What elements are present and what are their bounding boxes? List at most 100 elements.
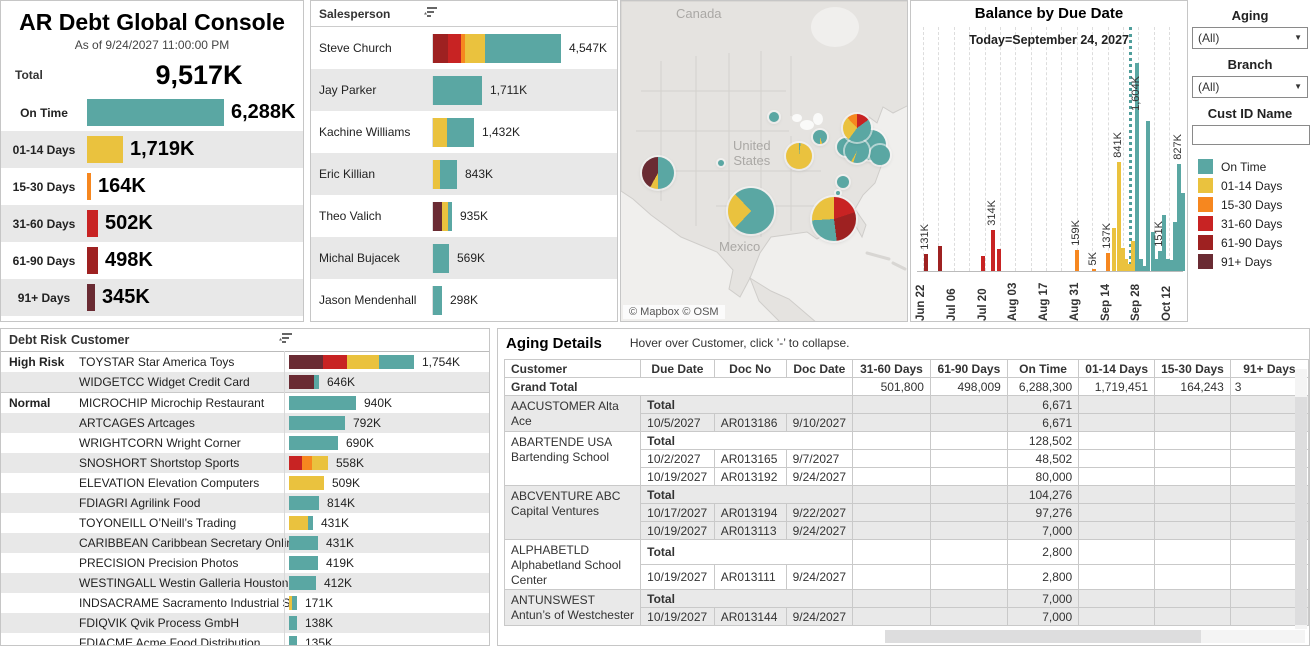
bar-segment[interactable] (308, 516, 313, 530)
map-pie-mark[interactable] (786, 143, 812, 169)
kpi-bar[interactable] (87, 173, 91, 200)
custid-filter-input[interactable] (1192, 125, 1310, 145)
value-cell[interactable] (930, 565, 1007, 590)
balance-bar[interactable] (981, 256, 985, 271)
legend-item[interactable]: 01-14 Days (1190, 176, 1310, 195)
value-cell[interactable] (930, 504, 1007, 522)
value-cell[interactable] (930, 522, 1007, 540)
salesperson-bar[interactable] (432, 34, 561, 63)
bar-segment[interactable] (292, 596, 297, 610)
value-cell[interactable] (1079, 396, 1155, 414)
salesperson-bar[interactable] (432, 118, 474, 147)
value-cell[interactable] (1155, 565, 1231, 590)
customer-cell[interactable]: ABCVENTURE ABC Capital Ventures (505, 486, 641, 540)
value-cell[interactable] (930, 486, 1007, 504)
value-cell[interactable] (853, 414, 931, 432)
balance-bar[interactable] (1106, 253, 1110, 271)
debt-risk-row[interactable]: INDSACRAME Sacramento Industrial S..171K (1, 593, 489, 613)
value-cell[interactable] (930, 590, 1007, 608)
value-cell[interactable] (930, 414, 1007, 432)
debt-bar[interactable] (289, 375, 319, 389)
sort-descending-icon[interactable] (279, 331, 293, 349)
bar-segment[interactable] (302, 456, 312, 470)
bar-segment[interactable] (289, 456, 302, 470)
salesperson-bar[interactable] (432, 202, 452, 231)
kpi-bar[interactable] (87, 247, 98, 274)
bar-segment[interactable] (485, 34, 561, 63)
value-cell[interactable] (853, 565, 931, 590)
value-cell[interactable]: 7,000 (1007, 590, 1078, 608)
value-cell[interactable] (1079, 522, 1155, 540)
value-cell[interactable]: 7,000 (1007, 522, 1078, 540)
map-pie-mark[interactable] (718, 160, 724, 166)
column-header[interactable]: On Time (1007, 360, 1078, 378)
value-cell[interactable]: 7,000 (1007, 608, 1078, 626)
column-header[interactable]: 15-30 Days (1155, 360, 1231, 378)
value-cell[interactable]: 48,502 (1007, 450, 1078, 468)
value-cell[interactable] (853, 522, 931, 540)
value-cell[interactable] (853, 396, 931, 414)
debt-bar[interactable] (289, 596, 297, 610)
debt-risk-row[interactable]: WIDGETCC Widget Credit Card646K (1, 372, 489, 392)
customer-cell[interactable]: ABARTENDE USA Bartending School (505, 432, 641, 486)
bar-segment[interactable] (289, 576, 316, 590)
customer-cell[interactable]: AACUSTOMER Alta Ace (505, 396, 641, 432)
column-header[interactable]: Due Date (641, 360, 715, 378)
value-cell[interactable] (1155, 540, 1231, 565)
map-pie-mark[interactable] (837, 176, 849, 188)
bar-segment[interactable] (433, 286, 442, 315)
debt-bar[interactable] (289, 516, 313, 530)
balance-bar[interactable] (1092, 269, 1096, 271)
map-pie-mark[interactable] (870, 145, 890, 165)
column-header[interactable]: Doc No (714, 360, 786, 378)
customer-cell[interactable]: ALPHABETLD Alphabetland School Center (505, 540, 641, 590)
value-cell[interactable] (1079, 590, 1155, 608)
debt-bar[interactable] (289, 496, 319, 510)
value-cell[interactable] (1079, 432, 1155, 450)
bar-segment[interactable] (289, 616, 297, 630)
bar-segment[interactable] (433, 76, 482, 105)
value-cell[interactable] (1079, 540, 1155, 565)
value-cell[interactable]: 97,276 (1007, 504, 1078, 522)
map-pie-mark[interactable] (813, 130, 827, 144)
table-row[interactable]: ABCVENTURE ABC Capital VenturesTotal104,… (505, 486, 1309, 504)
bar-segment[interactable] (289, 416, 345, 430)
bar-segment[interactable] (433, 118, 447, 147)
debt-risk-row[interactable]: NormalMICROCHIP Microchip Restaurant940K (1, 392, 489, 413)
bar-segment[interactable] (312, 456, 328, 470)
value-cell[interactable] (853, 450, 931, 468)
value-cell[interactable] (1155, 608, 1231, 626)
bar-segment[interactable] (289, 476, 324, 490)
value-cell[interactable]: 501,800 (853, 378, 931, 396)
debt-risk-row[interactable]: ELEVATION Elevation Computers509K (1, 473, 489, 493)
debt-bar[interactable] (289, 436, 338, 450)
value-cell[interactable] (1155, 450, 1231, 468)
value-cell[interactable]: 1,719,451 (1079, 378, 1155, 396)
bar-segment[interactable] (289, 355, 323, 369)
value-cell[interactable] (1155, 414, 1231, 432)
value-cell[interactable]: 498,009 (930, 378, 1007, 396)
value-cell[interactable]: 164,243 (1155, 378, 1231, 396)
value-cell[interactable]: 128,502 (1007, 432, 1078, 450)
debt-bar[interactable] (289, 556, 318, 570)
value-cell[interactable] (1155, 504, 1231, 522)
value-cell[interactable] (1155, 522, 1231, 540)
value-cell[interactable] (853, 540, 931, 565)
bar-segment[interactable] (289, 516, 308, 530)
salesperson-bar[interactable] (432, 76, 482, 105)
debt-risk-row[interactable]: High RiskTOYSTAR Star America Toys1,754K (1, 352, 489, 372)
column-header[interactable]: 01-14 Days (1079, 360, 1155, 378)
value-cell[interactable] (853, 590, 931, 608)
debt-risk-row[interactable]: WRIGHTCORN Wright Corner690K (1, 433, 489, 453)
bar-segment[interactable] (433, 202, 442, 231)
debt-bar[interactable] (289, 476, 324, 490)
customer-cell[interactable]: ANTUNSWEST Antun’s of Westchester (505, 590, 641, 626)
debt-risk-row[interactable]: PRECISION Precision Photos419K (1, 553, 489, 573)
value-cell[interactable] (1155, 432, 1231, 450)
bar-segment[interactable] (433, 244, 449, 273)
balance-bar[interactable] (924, 254, 928, 271)
bar-segment[interactable] (314, 375, 319, 389)
bar-segment[interactable] (323, 355, 347, 369)
bar-segment[interactable] (433, 160, 440, 189)
value-cell[interactable]: 6,288,300 (1007, 378, 1078, 396)
